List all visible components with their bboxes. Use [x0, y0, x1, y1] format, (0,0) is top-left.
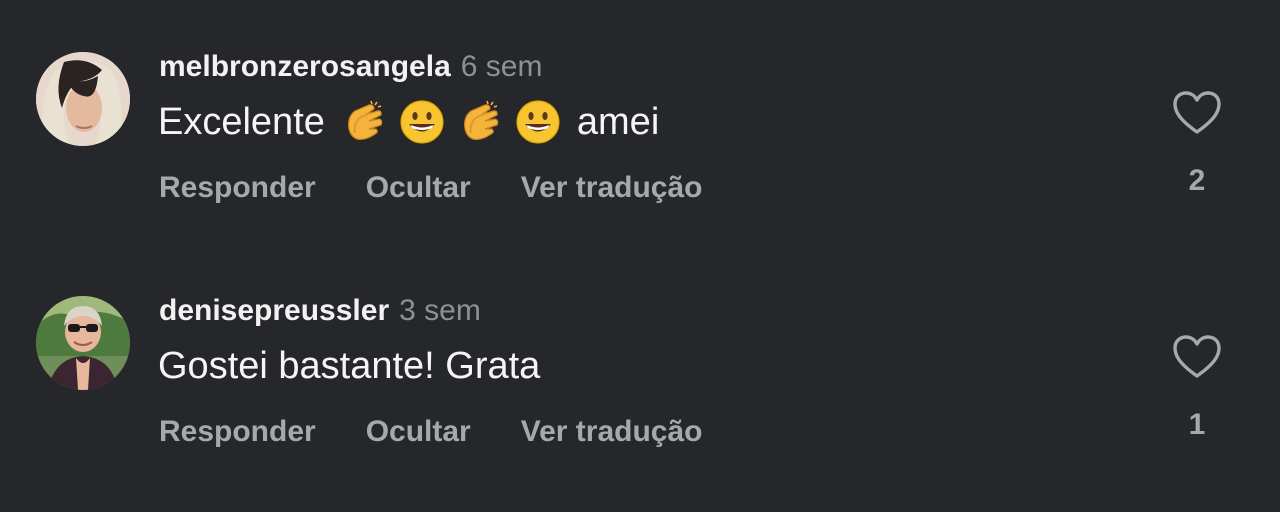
comment-text-start: Gostei bastante! Grata: [158, 344, 541, 387]
comment-header: denisepreussler 3 sem: [159, 294, 481, 330]
comment-text: Gostei bastante! Grata: [158, 344, 540, 388]
heart-outline-icon: [1173, 335, 1221, 378]
comment-text: Excelente amei: [158, 100, 659, 144]
reply-button[interactable]: Responder: [159, 171, 316, 205]
translate-button[interactable]: Ver tradução: [521, 415, 703, 449]
comment-header: melbronzerosangela 6 sem: [159, 50, 542, 86]
hide-button[interactable]: Ocultar: [366, 171, 471, 205]
timestamp: 6 sem: [460, 50, 543, 83]
clapping-hands-emoji: [347, 100, 383, 141]
comment-item: denisepreussler 3 sem Gostei bastante! G…: [0, 292, 1280, 492]
avatar-image: [36, 296, 130, 390]
avatar[interactable]: [36, 296, 130, 390]
heart-outline-icon: [1173, 91, 1221, 134]
comment-actions: Responder Ocultar Ver tradução: [159, 170, 752, 206]
comment-text-end: amei: [576, 100, 660, 143]
like-count: 1: [1188, 408, 1206, 441]
like-button[interactable]: [1172, 90, 1222, 136]
comment-item: melbronzerosangela 6 sem Excelente amei …: [0, 48, 1280, 248]
clapping-hands-emoji: [463, 100, 499, 141]
username[interactable]: denisepreussler: [159, 294, 389, 328]
comment-actions: Responder Ocultar Ver tradução: [159, 414, 752, 450]
grinning-face-emoji: [400, 100, 444, 144]
emoji-group: [341, 99, 561, 145]
translate-button[interactable]: Ver tradução: [521, 171, 703, 205]
reply-button[interactable]: Responder: [159, 415, 316, 449]
grinning-face-emoji: [516, 100, 560, 144]
comment-text-start: Excelente: [158, 100, 325, 143]
hide-button[interactable]: Ocultar: [366, 415, 471, 449]
timestamp: 3 sem: [399, 294, 481, 327]
like-count: 2: [1188, 164, 1206, 197]
like-button[interactable]: [1172, 334, 1222, 380]
avatar[interactable]: [36, 52, 130, 146]
avatar-image: [36, 52, 130, 146]
username[interactable]: melbronzerosangela: [159, 50, 451, 84]
